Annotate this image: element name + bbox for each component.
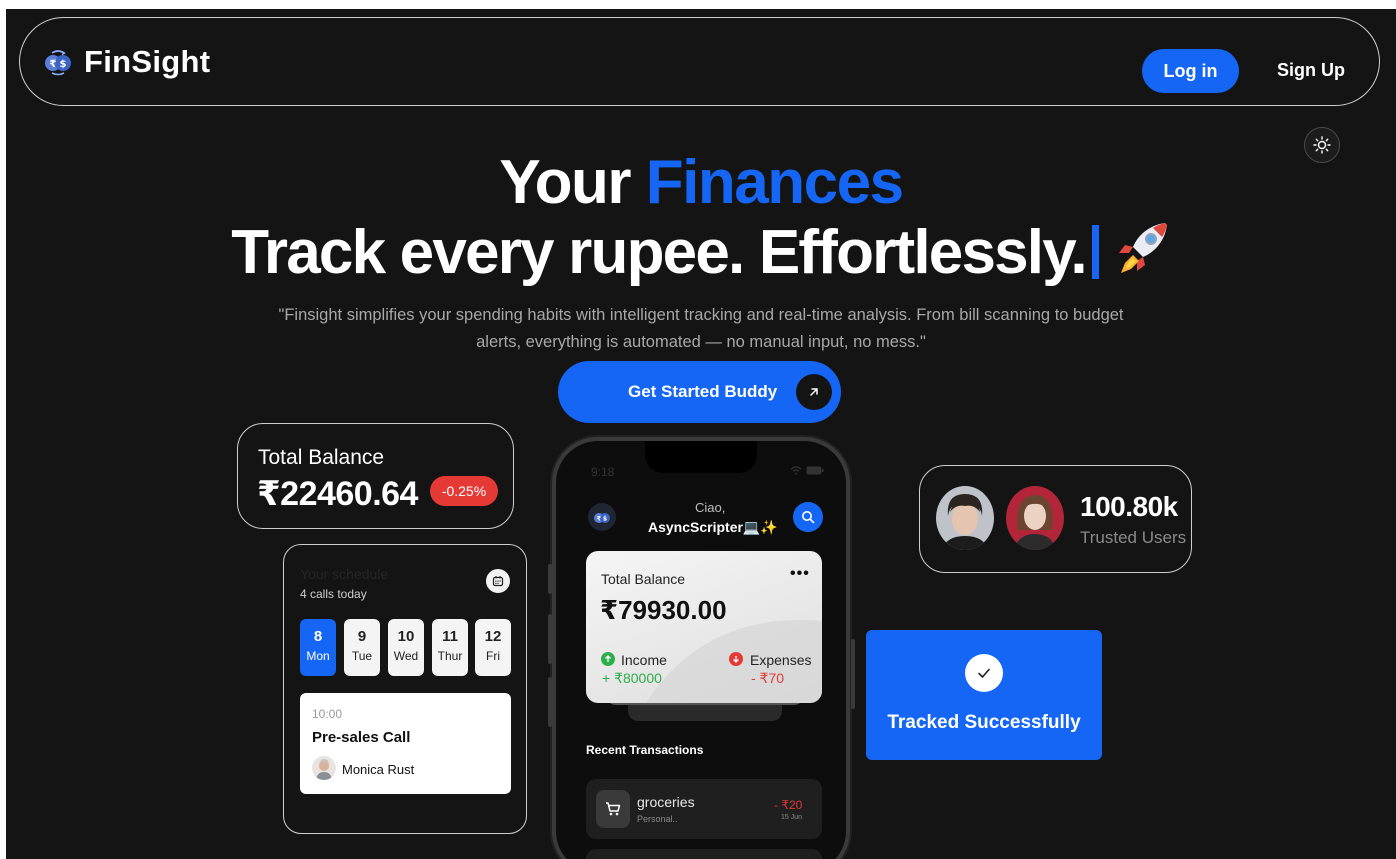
svg-text:$: $ bbox=[60, 59, 67, 70]
meeting-time: 10:00 bbox=[312, 707, 343, 721]
meeting-person: Monica Rust bbox=[342, 762, 415, 777]
total-balance-card: Total Balance ₹22460.64 -0.25% bbox=[237, 423, 514, 529]
day-thur[interactable]: 11 Thur bbox=[432, 619, 468, 676]
phone-button bbox=[548, 614, 552, 664]
balance-change-badge: -0.25% bbox=[430, 476, 498, 506]
phone-notch bbox=[645, 441, 757, 473]
phone-balance-title: Total Balance bbox=[601, 571, 686, 587]
phone-time: 9:18 bbox=[591, 465, 615, 479]
hero-title-line2: Track every rupee. Effortlessly. bbox=[6, 217, 1396, 292]
hero-tagline: Track every rupee. Effortlessly. bbox=[231, 218, 1087, 287]
calendar-icon bbox=[492, 576, 504, 587]
transaction-name: groceries bbox=[637, 794, 695, 810]
app-logo-icon: ₹ $ bbox=[588, 503, 616, 531]
trusted-users-label: Trusted Users bbox=[1080, 528, 1187, 547]
transaction-amount: - ₹20 bbox=[774, 798, 803, 812]
hero-title-accent: Finances bbox=[645, 148, 904, 217]
phone-greeting: Ciao, bbox=[695, 500, 726, 515]
income-value: + ₹80000 bbox=[602, 670, 662, 686]
typing-cursor bbox=[1091, 225, 1099, 279]
day-wed[interactable]: 10 Wed bbox=[388, 619, 424, 676]
avatar bbox=[936, 486, 994, 550]
avatar bbox=[312, 756, 336, 780]
phone-username: AsyncScripter💻✨ bbox=[648, 519, 778, 535]
trusted-users-card: 100.80k Trusted Users bbox=[919, 465, 1192, 573]
expenses-value: - ₹70 bbox=[751, 670, 785, 686]
brand-name: FinSight bbox=[84, 44, 211, 79]
arrow-down-icon bbox=[729, 652, 743, 666]
get-started-button[interactable]: Get Started Buddy bbox=[558, 361, 841, 423]
hero-description: "Finsight simplifies your spending habit… bbox=[278, 306, 1124, 351]
phone-button bbox=[548, 677, 552, 727]
phone-mockup: 9:18 ₹ $ Ciao, AsyncScripter💻✨ Total Bal… bbox=[552, 437, 850, 859]
phone-button bbox=[548, 564, 552, 594]
arrow-up-right-icon bbox=[796, 374, 832, 410]
income-label: Income bbox=[621, 652, 667, 668]
schedule-title: Your schedule bbox=[300, 566, 389, 582]
phone-status-bar bbox=[790, 466, 824, 475]
top-nav: ₹ $ FinSight Log in Sign Up bbox=[19, 17, 1380, 106]
battery-icon bbox=[806, 466, 824, 475]
balance-amount: ₹22460.64 bbox=[257, 475, 418, 513]
calendar-button[interactable] bbox=[486, 569, 510, 593]
phone-balance-card[interactable]: Total Balance ••• ₹79930.00 Income + ₹80… bbox=[586, 551, 822, 703]
transaction-category: Personal.. bbox=[637, 814, 678, 824]
day-mon[interactable]: 8 Mon bbox=[300, 619, 336, 676]
tracked-success-card: Tracked Successfully bbox=[866, 630, 1102, 760]
arrow-up-icon bbox=[601, 652, 615, 666]
brand[interactable]: ₹ $ FinSight bbox=[44, 44, 210, 80]
transaction-row[interactable] bbox=[586, 849, 822, 859]
day-tue[interactable]: 9 Tue bbox=[344, 619, 380, 676]
cta-label: Get Started Buddy bbox=[628, 382, 778, 401]
schedule-subtitle: 4 calls today bbox=[300, 587, 367, 601]
hero-title-line1: Your Finances bbox=[6, 147, 1396, 218]
phone-search-button[interactable] bbox=[793, 502, 823, 532]
wifi-icon bbox=[790, 466, 802, 475]
phone-button bbox=[851, 639, 855, 709]
tracked-success-label: Tracked Successfully bbox=[887, 712, 1081, 733]
svg-text:$: $ bbox=[603, 516, 607, 523]
check-icon bbox=[965, 654, 1003, 692]
day-fri[interactable]: 12 Fri bbox=[475, 619, 511, 676]
rocket-icon bbox=[1113, 219, 1171, 292]
expenses-label: Expenses bbox=[750, 652, 812, 668]
recent-transactions-title: Recent Transactions bbox=[586, 743, 704, 757]
login-button[interactable]: Log in bbox=[1142, 49, 1239, 93]
transaction-row[interactable]: groceries Personal.. - ₹20 15 Jun bbox=[586, 779, 822, 839]
signup-link[interactable]: Sign Up bbox=[1277, 60, 1345, 81]
more-options-icon[interactable]: ••• bbox=[790, 565, 810, 583]
avatar bbox=[1006, 486, 1064, 550]
svg-text:₹: ₹ bbox=[50, 59, 57, 70]
landing-page: ₹ $ FinSight Log in Sign Up Your Finance… bbox=[6, 9, 1396, 859]
currency-exchange-icon: ₹ $ bbox=[44, 48, 72, 76]
shopping-cart-icon bbox=[596, 790, 630, 828]
trusted-users-count: 100.80k bbox=[1080, 491, 1178, 522]
svg-text:₹: ₹ bbox=[597, 516, 601, 523]
balance-title: Total Balance bbox=[258, 446, 385, 469]
phone-balance-amount: ₹79930.00 bbox=[600, 595, 727, 625]
meeting-card[interactable]: 10:00 Pre-sales Call Monica Rust bbox=[300, 693, 511, 794]
search-icon bbox=[802, 511, 815, 524]
hero-title-prefix: Your bbox=[499, 148, 646, 217]
schedule-card: Your schedule 4 calls today 8 Mon 9 Tue … bbox=[283, 544, 527, 834]
meeting-title: Pre-sales Call bbox=[312, 729, 411, 746]
transaction-date: 15 Jun bbox=[781, 814, 803, 821]
